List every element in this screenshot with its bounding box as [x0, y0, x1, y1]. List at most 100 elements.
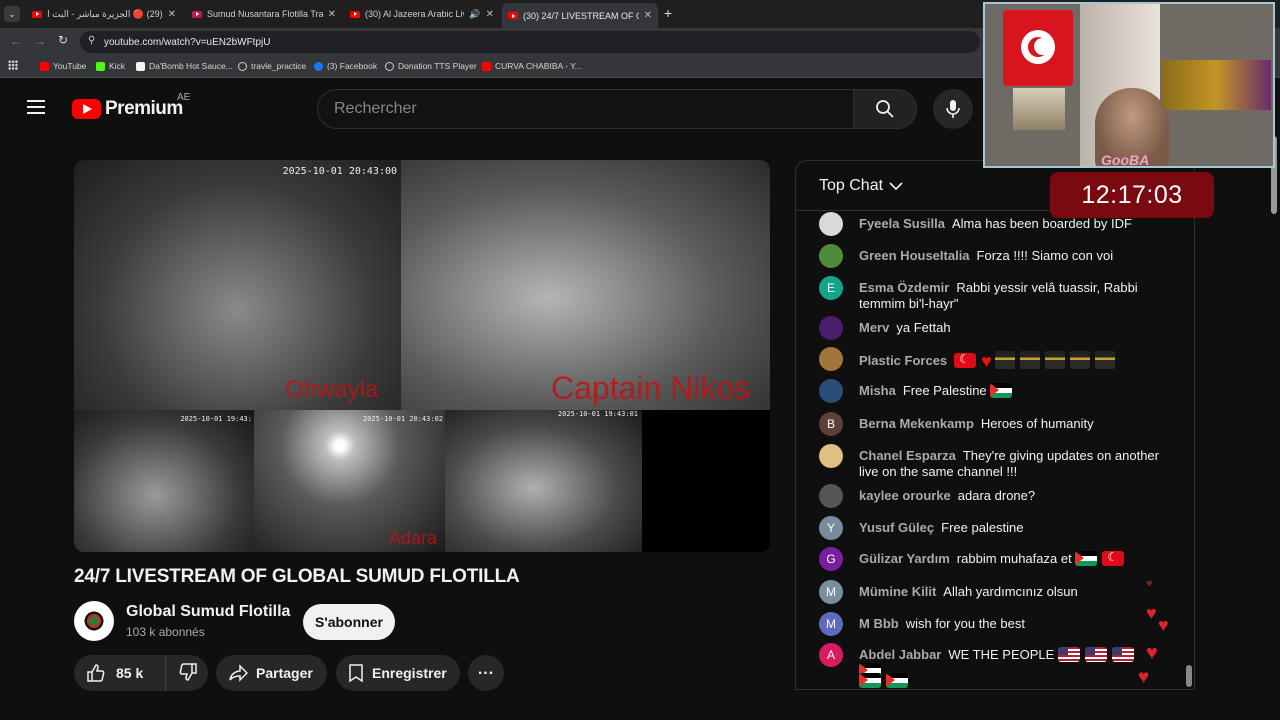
chat-text: Alma has been boarded by IDF [952, 216, 1132, 231]
camera-feed-3: Captain Nikos [401, 160, 770, 410]
dislike-button[interactable] [166, 662, 198, 685]
youtube-favicon-icon [508, 12, 518, 19]
kaaba-emoji [1045, 351, 1066, 369]
stream-timer: 12:17:03 [1050, 172, 1214, 218]
chat-author[interactable]: Esma Özdemir [859, 280, 949, 295]
browser-tab-flotilla-tracker[interactable]: Sumud Nusantara Flotilla Track ✕ [186, 4, 342, 24]
share-button[interactable]: Partager [216, 655, 327, 691]
live-chat-panel: Top Chat Fyeela Susilla Alma has been boa… [795, 160, 1195, 690]
browser-tab-aljazeera-live[interactable]: (30) Al Jazeera Arabic Live 🔊 ✕ [344, 4, 500, 24]
like-button[interactable]: 85 k [74, 655, 166, 691]
search-button[interactable] [853, 89, 917, 129]
menu-icon[interactable] [27, 100, 45, 114]
chat-author[interactable]: Mümine Kilit [859, 584, 936, 599]
palestine-flag-emoji [886, 673, 908, 688]
browser-tab-livestream[interactable]: (30) 24/7 LIVESTREAM OF GLOBA ✕ [502, 3, 658, 28]
video-title: 24/7 LIVESTREAM OF GLOBAL SUMUD FLOTILLA [74, 566, 520, 587]
chat-avatar[interactable] [819, 484, 843, 508]
save-button[interactable]: Enregistrer [336, 655, 460, 691]
more-actions-button[interactable]: ... [468, 655, 504, 691]
bookmark-curva[interactable]: CURVA CHABIBA - Y... [482, 61, 582, 71]
bookmark-donation[interactable]: Donation TTS Player [385, 61, 477, 71]
chat-mode-dropdown[interactable]: Top Chat [819, 177, 903, 195]
chat-author[interactable]: Yusuf Güleç [859, 520, 934, 535]
chat-text: Forza !!!! Siamo con voi [976, 248, 1114, 263]
thumbs-down-icon [179, 662, 197, 681]
search-input[interactable]: Rechercher [317, 89, 854, 129]
chat-author[interactable]: Plastic Forces [859, 353, 947, 368]
url-field[interactable]: ⚲ youtube.com/watch?v=uEN2bWFtpjU [80, 31, 980, 53]
chat-avatar[interactable] [819, 212, 843, 236]
chat-avatar[interactable]: M [819, 580, 843, 604]
new-tab-button[interactable]: + [664, 5, 672, 21]
tab-list-button[interactable]: ⌄ [4, 6, 20, 22]
chat-avatar[interactable] [819, 444, 843, 468]
chat-author[interactable]: Gülizar Yardım [859, 551, 950, 566]
apps-grid-icon[interactable] [8, 60, 18, 70]
chat-text: Free palestine [941, 520, 1024, 535]
turkey-flag-emoji [954, 353, 977, 368]
search-icon [876, 100, 894, 118]
chat-text: adara drone? [957, 488, 1036, 503]
reload-icon[interactable]: ↻ [58, 33, 68, 47]
browser-tab-aljazeera-mubasher[interactable]: (29) 🔴 الجزيرة مباشر - البث الح ✕ [26, 4, 182, 24]
back-icon[interactable]: ← [10, 34, 22, 48]
subscribe-button[interactable]: S'abonner [303, 604, 395, 640]
chat-avatar[interactable]: M [819, 612, 843, 636]
close-tab-icon[interactable]: ✕ [328, 9, 336, 20]
chat-author[interactable]: Green HouseItalia [859, 248, 970, 263]
chat-scrollbar[interactable] [1186, 665, 1192, 687]
youtube-play-icon [72, 99, 101, 119]
share-icon [229, 664, 248, 682]
chat-author[interactable]: Fyeela Susilla [859, 216, 945, 231]
bookmark-kick[interactable]: Kick [96, 61, 125, 71]
bookmark-facebook[interactable]: (3) Facebook [314, 61, 377, 71]
streamer-tag: GooBA [1101, 152, 1150, 168]
channel-name[interactable]: Global Sumud Flotilla [126, 603, 290, 621]
camera-feed-6: 2025-10-01 19:43:01 [445, 410, 642, 552]
chat-avatar[interactable]: E [819, 276, 843, 300]
chat-author[interactable]: Abdel Jabbar [859, 647, 941, 662]
palestine-flag-emoji [990, 383, 1013, 398]
close-tab-icon[interactable]: ✕ [486, 9, 494, 20]
chat-avatar[interactable] [819, 244, 843, 268]
chat-avatar[interactable]: Y [819, 516, 843, 540]
floating-heart-icon: ♥ [1158, 615, 1169, 635]
youtube-icon [482, 61, 491, 71]
chat-avatar[interactable]: A [819, 643, 843, 667]
chat-author[interactable]: Chanel Esparza [859, 448, 956, 463]
chat-author[interactable]: Berna Mekenkamp [859, 416, 974, 431]
palestine-flag-emoji [859, 673, 881, 688]
chat-author[interactable]: Misha [859, 383, 896, 398]
channel-avatar[interactable] [74, 601, 114, 641]
usa-flag-emoji [1084, 647, 1107, 662]
close-tab-icon[interactable]: ✕ [168, 9, 176, 20]
speaker-icon: 🔊 [469, 8, 481, 19]
forward-icon[interactable]: → [34, 34, 46, 48]
bookmark-icon [349, 664, 363, 683]
more-horizontal-icon: ... [477, 661, 495, 678]
camera-feed-empty [642, 410, 770, 552]
chat-avatar[interactable]: G [819, 547, 843, 571]
region-code: AE [177, 92, 191, 103]
bookmark-dabomb[interactable]: Da'Bomb Hot Sauce... [136, 61, 233, 71]
bookmark-youtube[interactable]: YouTube [40, 61, 86, 71]
microphone-icon [946, 100, 960, 118]
site-info-icon[interactable]: ⚲ [88, 35, 95, 46]
voice-search-button[interactable] [933, 89, 973, 129]
chat-avatar[interactable]: B [819, 412, 843, 436]
video-player[interactable]: 2025-10-01 20:43:00 Ohwayla Captain Niko… [74, 160, 770, 552]
chat-author[interactable]: M Bbb [859, 616, 899, 631]
heart-emoji: ♥ [981, 351, 992, 371]
camera-feed-5: 2025-10-01 20:43:02 Adara [254, 410, 445, 552]
chat-avatar[interactable] [819, 379, 843, 403]
floating-heart-icon: ♥ [1146, 603, 1157, 623]
chat-author[interactable]: kaylee orourke [859, 488, 951, 503]
close-tab-icon[interactable]: ✕ [644, 10, 652, 21]
camera-feed-1: 2025-10-01 20:43:00 [74, 160, 401, 410]
chat-author[interactable]: Merv [859, 320, 889, 335]
bookmark-travle[interactable]: travle_practice [238, 61, 306, 71]
youtube-logo[interactable]: Premium [72, 98, 183, 120]
chat-avatar[interactable] [819, 347, 843, 371]
chat-avatar[interactable] [819, 316, 843, 340]
